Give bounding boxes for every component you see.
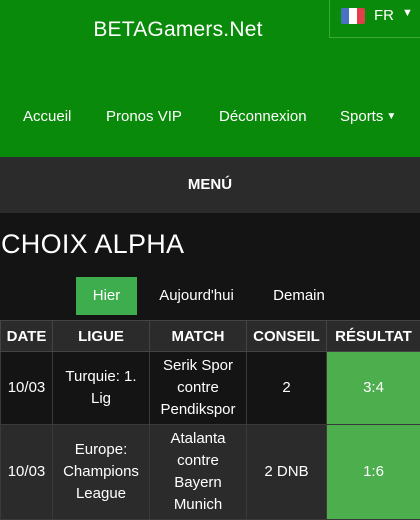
- table-row: 10/03 Europe: Champions League Atalanta …: [1, 425, 420, 520]
- site-title[interactable]: BETAGamers.Net: [0, 18, 356, 42]
- nav-item-accueil[interactable]: Accueil: [23, 108, 71, 125]
- cell-result: 3:4: [327, 352, 420, 425]
- menu-toggle[interactable]: MENÚ: [0, 157, 420, 213]
- day-tabs: Hier Aujourd'hui Demain: [0, 277, 420, 315]
- column-header-date: DATE: [1, 321, 53, 352]
- top-bar: BETAGamers.Net FR ▼ Accueil Pronos VIP D…: [0, 0, 420, 157]
- table-header-row: DATE LIGUE MATCH CONSEIL RÉSULTAT: [1, 321, 420, 352]
- cell-date: 10/03: [1, 352, 53, 425]
- column-header-match: MATCH: [150, 321, 247, 352]
- language-code: FR: [374, 7, 394, 24]
- cell-league: Turquie: 1. Lig: [53, 352, 150, 425]
- cell-date: 10/03: [1, 425, 53, 520]
- tab-aujourdhui[interactable]: Aujourd'hui: [146, 277, 247, 315]
- tab-demain[interactable]: Demain: [262, 277, 336, 315]
- nav-item-sports-label: Sports: [340, 108, 383, 125]
- language-selector[interactable]: FR ▼: [329, 0, 420, 38]
- nav-item-pronos-vip[interactable]: Pronos VIP: [106, 108, 182, 125]
- caret-down-icon: ▼: [386, 111, 396, 122]
- column-header-league: LIGUE: [53, 321, 150, 352]
- nav-item-deconnexion[interactable]: Déconnexion: [219, 108, 307, 125]
- cell-advice: 2 DNB: [247, 425, 327, 520]
- cell-match: Atalanta contre Bayern Munich: [150, 425, 247, 520]
- column-header-result: RÉSULTAT: [327, 321, 420, 352]
- predictions-table: DATE LIGUE MATCH CONSEIL RÉSULTAT 10/03 …: [0, 320, 420, 520]
- cell-result: 1:6: [327, 425, 420, 520]
- cell-match: Serik Spor contre Pendikspor: [150, 352, 247, 425]
- caret-down-icon: ▼: [402, 7, 413, 19]
- nav-item-sports[interactable]: Sports▼: [340, 108, 396, 125]
- column-header-advice: CONSEIL: [247, 321, 327, 352]
- table-row: 10/03 Turquie: 1. Lig Serik Spor contre …: [1, 352, 420, 425]
- page-title: CHOIX ALPHA: [1, 229, 184, 260]
- france-flag-icon: [341, 8, 365, 24]
- main-nav: Accueil Pronos VIP Déconnexion Sports▼: [0, 108, 420, 130]
- cell-advice: 2: [247, 352, 327, 425]
- cell-league: Europe: Champions League: [53, 425, 150, 520]
- tab-hier[interactable]: Hier: [76, 277, 137, 315]
